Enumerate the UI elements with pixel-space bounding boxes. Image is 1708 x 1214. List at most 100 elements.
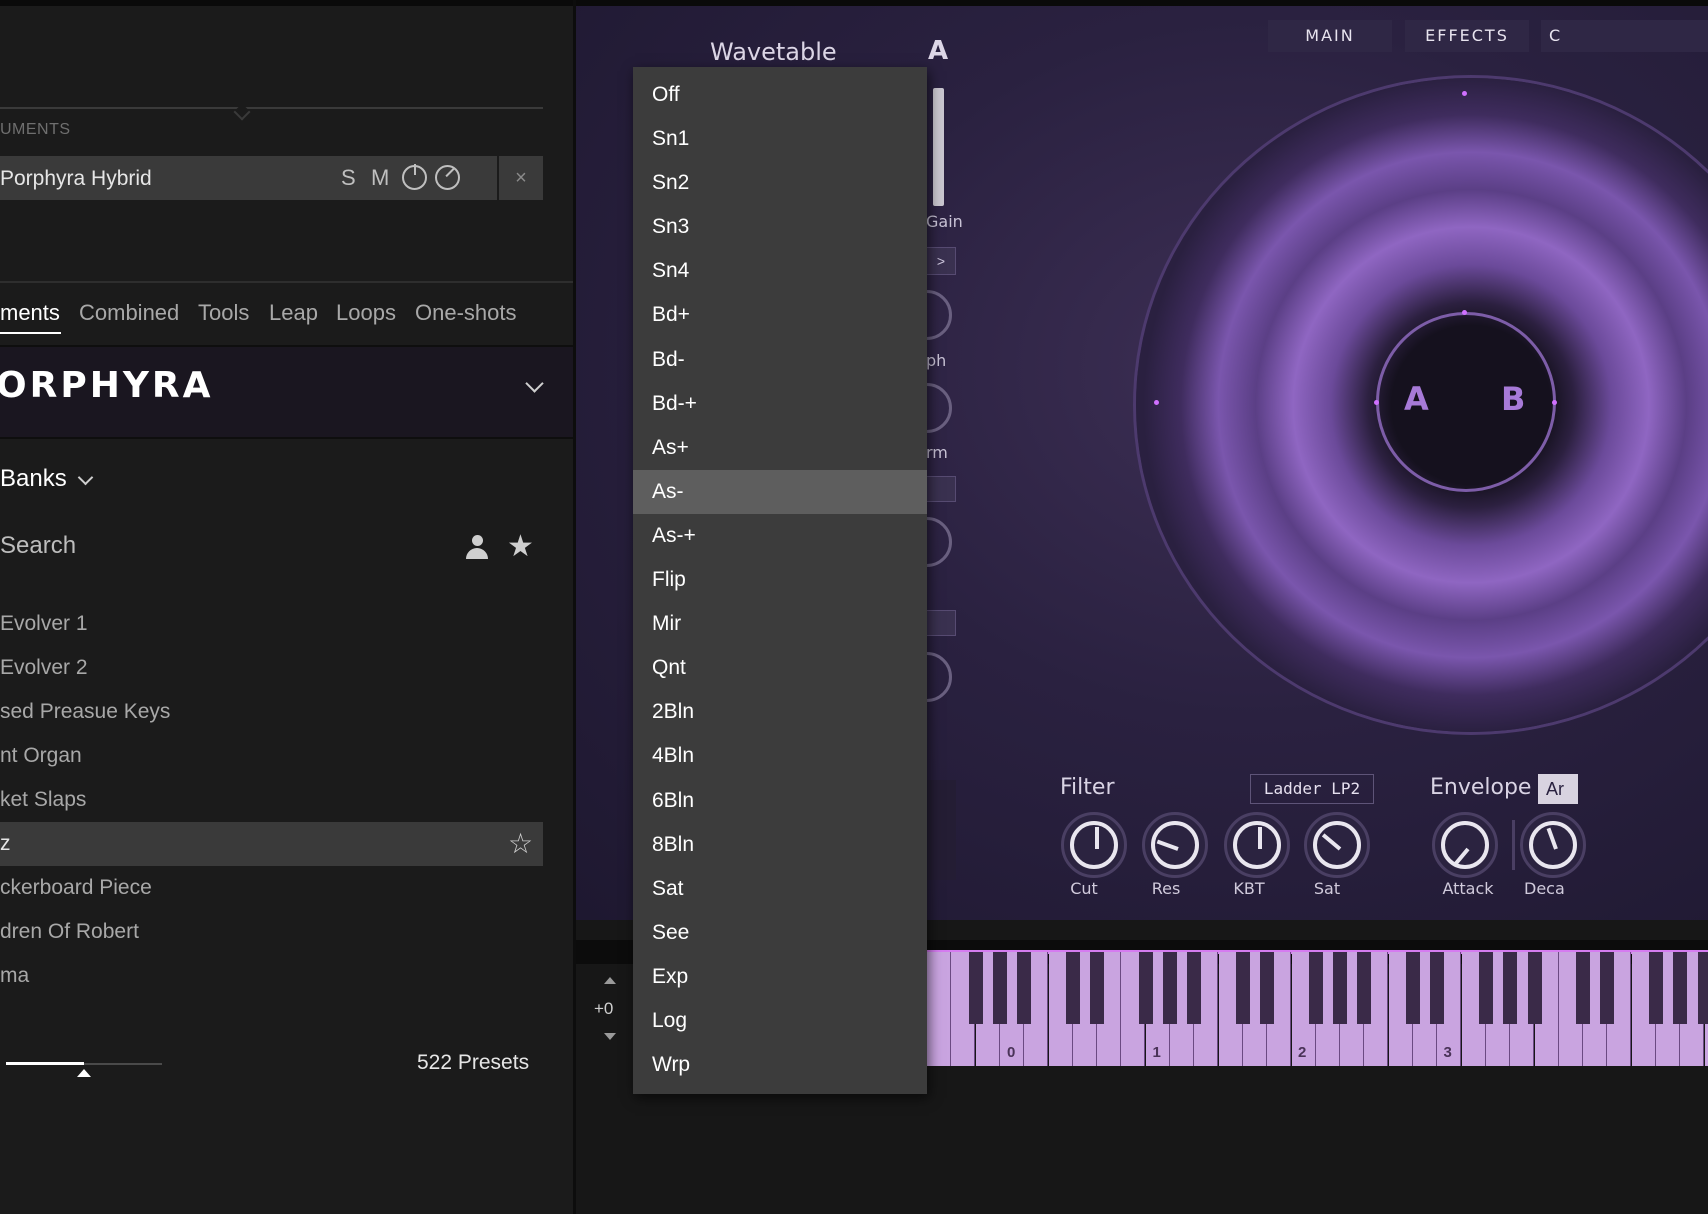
preset-item[interactable]: nt Organ — [0, 744, 82, 768]
menu-item[interactable]: Sn1 — [633, 117, 927, 161]
tab-one-shots[interactable]: One-shots — [415, 300, 517, 326]
orb-letter-b[interactable]: B — [1501, 380, 1525, 418]
remove-instrument-button[interactable]: × — [499, 156, 543, 200]
black-key[interactable] — [1333, 952, 1348, 1024]
envelope-mode-select[interactable]: Ar — [1538, 774, 1578, 804]
preset-item[interactable]: Evolver 2 — [0, 656, 88, 680]
preset-item[interactable]: ket Slaps — [0, 788, 86, 812]
preset-item-selected[interactable]: z ☆ — [0, 822, 543, 866]
tab-main[interactable]: MAIN — [1268, 20, 1392, 52]
resonance-knob[interactable] — [1142, 812, 1208, 878]
black-key[interactable] — [1430, 952, 1445, 1024]
menu-item[interactable]: Log — [633, 999, 927, 1043]
wavetable-mode-dropdown[interactable]: Off Sn1 Sn2 Sn3 Sn4 Bd+ Bd- Bd-+ As+ As- As-+ Flip M… — [633, 67, 927, 1094]
black-key[interactable] — [1600, 952, 1615, 1024]
porphyra-logo: ORPHYRA — [0, 365, 214, 406]
next-arrow-button[interactable]: > — [926, 247, 956, 275]
tab-instruments[interactable]: ments — [0, 300, 60, 326]
black-key[interactable] — [1478, 952, 1493, 1024]
menu-item[interactable]: Sn3 — [633, 205, 927, 249]
hidden-box[interactable] — [926, 476, 956, 502]
gain-slider[interactable] — [933, 88, 944, 206]
transpose-down-icon[interactable] — [604, 1033, 616, 1040]
tab-other[interactable]: C — [1541, 20, 1708, 52]
menu-item[interactable]: 4Bln — [633, 734, 927, 778]
black-key[interactable] — [1017, 952, 1032, 1024]
zoom-slider-thumb[interactable] — [77, 1069, 91, 1077]
black-key[interactable] — [992, 952, 1007, 1024]
white-key[interactable] — [927, 952, 951, 1066]
product-selector[interactable]: ORPHYRA — [0, 347, 573, 439]
user-presets-icon[interactable] — [466, 535, 488, 559]
pan-knob-icon[interactable] — [435, 165, 460, 190]
cutoff-knob[interactable] — [1061, 812, 1127, 878]
preset-item[interactable]: ma — [0, 964, 29, 988]
menu-item[interactable]: Off — [633, 73, 927, 117]
black-key[interactable] — [1065, 952, 1080, 1024]
black-key[interactable] — [1235, 952, 1250, 1024]
decay-knob[interactable] — [1520, 812, 1586, 878]
black-key[interactable] — [1697, 952, 1708, 1024]
tab-leap[interactable]: Leap — [269, 300, 318, 326]
black-key[interactable] — [1163, 952, 1177, 1024]
knob-label: rm — [926, 443, 948, 462]
black-key[interactable] — [1673, 952, 1688, 1024]
menu-item[interactable]: Wrp — [633, 1043, 927, 1087]
favorite-star-icon[interactable]: ☆ — [508, 827, 533, 860]
volume-knob-icon[interactable] — [402, 164, 427, 190]
hidden-box[interactable] — [926, 610, 956, 636]
chevron-down-icon[interactable] — [525, 374, 544, 393]
preset-item[interactable]: sed Preasue Keys — [0, 700, 170, 724]
black-key[interactable] — [1503, 952, 1518, 1024]
black-key[interactable] — [1649, 952, 1663, 1024]
menu-item[interactable]: Flip — [633, 558, 927, 602]
menu-item[interactable]: See — [633, 911, 927, 955]
attack-knob[interactable] — [1432, 812, 1498, 878]
menu-item[interactable]: Qnt — [633, 646, 927, 690]
tab-combined[interactable]: Combined — [79, 300, 179, 326]
black-key[interactable] — [1138, 952, 1153, 1024]
chevron-down-icon[interactable] — [77, 469, 94, 486]
black-key[interactable] — [1260, 952, 1275, 1024]
menu-item[interactable]: 8Bln — [633, 823, 927, 867]
kbt-knob[interactable] — [1224, 812, 1290, 878]
black-key[interactable] — [1527, 952, 1542, 1024]
piano-keyboard[interactable]: 0 1 2 3 — [927, 952, 1708, 1066]
tab-tools[interactable]: Tools — [198, 300, 249, 326]
tab-effects[interactable]: EFFECTS — [1405, 20, 1529, 52]
menu-item[interactable]: Sat — [633, 867, 927, 911]
menu-item[interactable]: Sn2 — [633, 161, 927, 205]
menu-item[interactable]: 2Bln — [633, 690, 927, 734]
orb-letter-a[interactable]: A — [1404, 380, 1429, 418]
menu-item[interactable]: Bd- — [633, 338, 927, 382]
preset-item[interactable]: dren Of Robert — [0, 920, 139, 944]
menu-item[interactable]: Sn4 — [633, 249, 927, 293]
instrument-slot[interactable]: Porphyra Hybrid S M — [0, 156, 497, 200]
menu-item[interactable]: Exp — [633, 955, 927, 999]
solo-button[interactable]: S — [341, 165, 356, 191]
tab-loops[interactable]: Loops — [336, 300, 396, 326]
menu-item[interactable]: Mir — [633, 602, 927, 646]
saturation-knob[interactable] — [1304, 812, 1370, 878]
preset-item[interactable]: Evolver 1 — [0, 612, 88, 636]
menu-item[interactable]: As-+ — [633, 514, 927, 558]
mute-button[interactable]: M — [371, 165, 389, 191]
black-key[interactable] — [968, 952, 983, 1024]
black-key[interactable] — [1187, 952, 1202, 1024]
banks-dropdown[interactable]: Banks — [0, 465, 67, 493]
black-key[interactable] — [1357, 952, 1372, 1024]
black-key[interactable] — [1576, 952, 1591, 1024]
menu-item[interactable]: As+ — [633, 426, 927, 470]
search-input[interactable]: Search — [0, 532, 76, 560]
favorites-star-icon[interactable]: ★ — [507, 529, 534, 564]
black-key[interactable] — [1090, 952, 1105, 1024]
preset-item[interactable]: ckerboard Piece — [0, 876, 152, 900]
menu-item[interactable]: Bd+ — [633, 293, 927, 337]
menu-item[interactable]: 6Bln — [633, 779, 927, 823]
filter-type-select[interactable]: Ladder LP2 — [1250, 774, 1374, 804]
menu-item-selected[interactable]: As- — [633, 469, 927, 514]
menu-item[interactable]: Bd-+ — [633, 382, 927, 426]
transpose-up-icon[interactable] — [604, 977, 616, 984]
black-key[interactable] — [1406, 952, 1420, 1024]
black-key[interactable] — [1308, 952, 1323, 1024]
